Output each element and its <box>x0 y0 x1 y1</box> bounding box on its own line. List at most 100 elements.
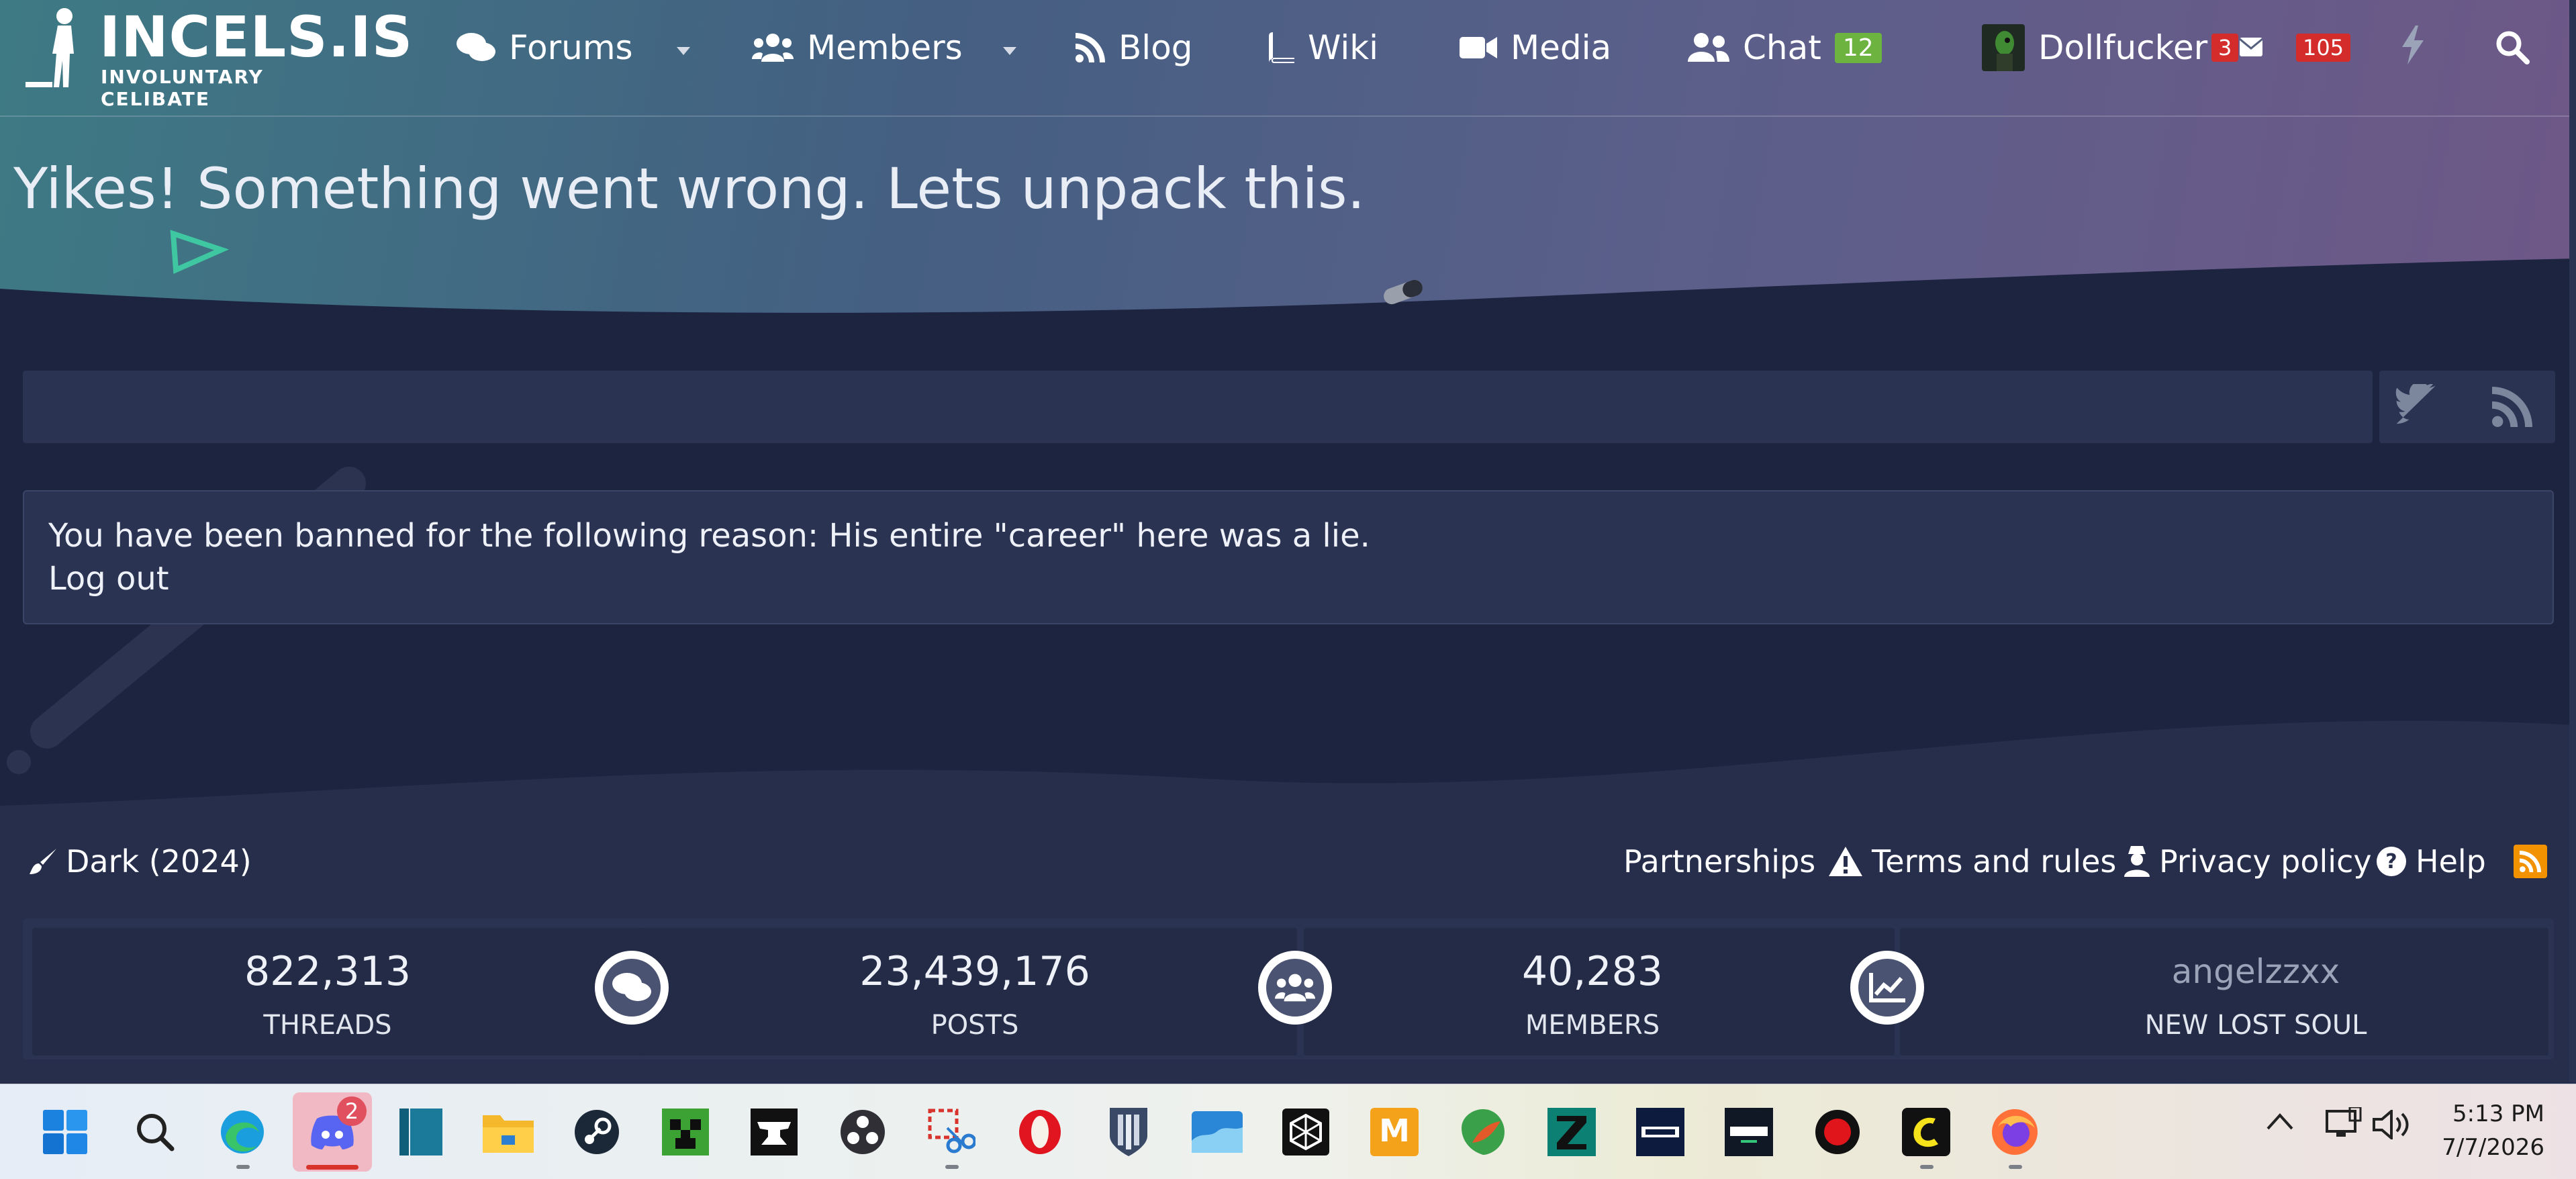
network-status[interactable] <box>2326 1106 2363 1142</box>
firefox-running-indicator <box>2009 1165 2022 1169</box>
alerts-badge: 105 <box>2296 34 2351 62</box>
leaf-shield-icon <box>1462 1109 1505 1155</box>
whats-new-button[interactable] <box>2401 26 2428 66</box>
rss-feed-icon[interactable] <box>2492 387 2532 427</box>
clock-time: 5:13 PM <box>2452 1100 2544 1127</box>
obs-icon <box>841 1110 885 1154</box>
nav-media[interactable]: Media <box>1460 24 1611 71</box>
comments-icon <box>457 33 495 61</box>
filezilla-icon <box>1547 1108 1596 1156</box>
question-circle-icon: ? <box>2377 847 2406 876</box>
scissors-icon <box>928 1109 975 1153</box>
share-bar <box>23 371 2373 443</box>
logo-title: INCELS.IS <box>99 4 414 70</box>
obs-taskbar-icon[interactable] <box>837 1106 889 1158</box>
page-scrollbar[interactable] <box>2569 0 2576 1082</box>
conversations-button[interactable]: 3 <box>2211 30 2265 67</box>
edge-taskbar-icon[interactable] <box>216 1106 269 1158</box>
chart-line-icon <box>1869 973 1905 1002</box>
discord-taskbar-icon[interactable]: 2 <box>293 1092 372 1172</box>
bell-icon <box>2332 56 2337 62</box>
volume-control[interactable] <box>2373 1108 2410 1142</box>
book-app-taskbar-icon[interactable] <box>395 1106 447 1158</box>
stat-posts: 23,439,176 POSTS <box>639 928 1297 1055</box>
forum-stats: 822,313 THREADS 23,439,176 POSTS 40,283 … <box>23 918 2554 1059</box>
users-icon <box>1275 974 1315 1002</box>
stat-newest-member-label: NEW LOST SOUL <box>2144 1010 2367 1041</box>
stat-newest-member[interactable]: angelzzxx NEW LOST SOUL <box>1900 928 2548 1055</box>
show-hidden-icons-button[interactable] <box>2265 1111 2295 1134</box>
nav-members-label: Members <box>807 28 963 67</box>
alerts-button[interactable]: 105 <box>2296 30 2370 70</box>
image-icon <box>1192 1111 1243 1153</box>
footer-help-link[interactable]: ? Help <box>2377 838 2486 885</box>
logout-link[interactable]: Log out <box>48 560 169 598</box>
bolt-icon <box>2402 26 2424 64</box>
recorder-taskbar-icon[interactable] <box>1811 1106 1864 1158</box>
snipping-running-indicator <box>945 1165 959 1169</box>
stat-posts-label: POSTS <box>931 1010 1019 1041</box>
filezilla-taskbar-icon[interactable] <box>1545 1106 1598 1158</box>
vape-v4-icon <box>1636 1108 1684 1156</box>
photo-app-taskbar-icon[interactable] <box>1191 1106 1243 1158</box>
footer-partnerships-link[interactable]: Partnerships <box>1623 838 1815 885</box>
paintbrush-icon <box>30 849 56 874</box>
top-navbar: INCELS.IS INVOLUNTARY CELIBATE Forums Me… <box>0 0 2576 117</box>
clock[interactable]: 5:13 PM 7/7/2026 <box>2430 1100 2544 1161</box>
firefox-icon <box>1992 1109 2038 1155</box>
footer-rss-button[interactable] <box>2514 845 2547 878</box>
discord-badge: 2 <box>337 1096 367 1126</box>
threads-stat-icon <box>595 951 669 1025</box>
user-menu[interactable]: Dollfucker <box>1982 24 2207 71</box>
start-button[interactable] <box>39 1106 91 1158</box>
members-dropdown-caret[interactable] <box>1003 47 1016 55</box>
chevron-up-icon <box>2267 1113 2293 1130</box>
stat-members-label: MEMBERS <box>1525 1010 1660 1041</box>
firefox-taskbar-icon[interactable] <box>1989 1106 2041 1158</box>
steam-taskbar-icon[interactable] <box>571 1106 623 1158</box>
footer-terms-link[interactable]: Terms and rules <box>1829 838 2116 885</box>
search-button[interactable] <box>2495 30 2530 64</box>
twitter-icon[interactable] <box>2394 384 2442 427</box>
notebook-icon <box>399 1109 442 1156</box>
nav-chat[interactable]: Chat 12 <box>1688 24 1882 71</box>
forums-dropdown-caret[interactable] <box>677 47 690 55</box>
nav-forums[interactable]: Forums <box>457 24 633 71</box>
terms-label: Terms and rules <box>1872 843 2117 880</box>
file-explorer-taskbar-icon[interactable] <box>482 1106 534 1158</box>
metronome-icon: M <box>1370 1108 1419 1156</box>
minecraft-taskbar-icon[interactable] <box>659 1106 712 1158</box>
svg-text:M: M <box>1379 1113 1410 1149</box>
opera-taskbar-icon[interactable] <box>1014 1106 1066 1158</box>
footer-privacy-link[interactable]: Privacy policy <box>2124 838 2372 885</box>
style-chooser[interactable]: Dark (2024) <box>30 838 252 885</box>
anvil-app-taskbar-icon[interactable] <box>748 1106 800 1158</box>
help-label: Help <box>2416 843 2486 880</box>
game-launcher-taskbar-icon[interactable] <box>1102 1106 1155 1158</box>
vpn-app-taskbar-icon[interactable] <box>1457 1106 1509 1158</box>
network-app-taskbar-icon[interactable] <box>1280 1106 1332 1158</box>
vape-lite-taskbar-icon[interactable] <box>1723 1106 1775 1158</box>
avatar-image <box>1995 31 2014 71</box>
hexagon-network-icon <box>1282 1109 1329 1156</box>
nav-blog[interactable]: Blog <box>1076 24 1193 71</box>
discord-active-indicator <box>306 1165 359 1170</box>
search-icon <box>137 1114 175 1151</box>
bpm-app-taskbar-icon[interactable]: M <box>1368 1106 1421 1158</box>
ban-reason-text: You have been banned for the following r… <box>48 517 1370 555</box>
anvil-icon <box>751 1109 798 1156</box>
vape-lite-icon <box>1725 1108 1773 1156</box>
client-app-taskbar-icon[interactable] <box>1900 1106 1952 1158</box>
snipping-tool-taskbar-icon[interactable] <box>925 1106 977 1158</box>
site-logo[interactable]: INCELS.IS INVOLUNTARY CELIBATE <box>26 4 412 110</box>
vape-app-taskbar-icon[interactable] <box>1634 1106 1686 1158</box>
rss-icon <box>2520 851 2541 872</box>
nav-blog-label: Blog <box>1118 28 1193 67</box>
nav-chat-label: Chat <box>1743 28 1821 67</box>
nav-wiki[interactable]: Wiki <box>1269 24 1378 71</box>
search-button[interactable] <box>129 1106 181 1158</box>
nav-members[interactable]: Members <box>752 24 963 71</box>
stat-newest-member-value[interactable]: angelzzxx <box>2068 952 2444 991</box>
opera-icon <box>1019 1110 1061 1154</box>
partnerships-label: Partnerships <box>1623 843 1816 880</box>
